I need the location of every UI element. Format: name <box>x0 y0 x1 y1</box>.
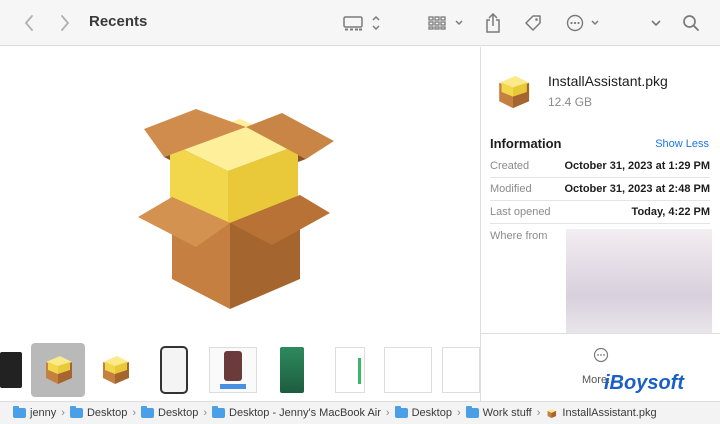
path-separator: › <box>61 407 65 419</box>
package-icon <box>103 356 129 384</box>
info-key: Modified <box>490 183 532 195</box>
path-separator: › <box>536 407 541 419</box>
path-item[interactable]: Desktop <box>141 406 198 419</box>
thumbnail[interactable] <box>278 345 306 395</box>
folder-icon <box>141 406 154 418</box>
thumbnail-image <box>160 346 188 394</box>
file-name: InstallAssistant.pkg <box>548 73 668 89</box>
thumbnail[interactable] <box>208 345 258 395</box>
path-bar: jenny › Desktop › Desktop › Desktop - Je… <box>0 401 720 424</box>
inspector-divider <box>481 333 720 334</box>
path-item-current[interactable]: InstallAssistant.pkg <box>545 407 657 420</box>
path-separator: › <box>456 407 461 419</box>
path-separator: › <box>132 407 136 419</box>
thumbnail-image <box>442 347 480 393</box>
info-value: October 31, 2023 at 1:29 PM <box>564 160 710 172</box>
show-less-link[interactable]: Show Less <box>655 138 709 150</box>
path-item[interactable]: Work stuff <box>465 406 532 419</box>
thumbnail[interactable] <box>158 345 190 395</box>
info-row-last-opened: Last opened Today, 4:22 PM <box>490 201 710 224</box>
search-icon <box>683 15 699 31</box>
folder-icon <box>394 406 408 418</box>
toolbar-overflow-button[interactable] <box>646 0 666 46</box>
share-icon <box>486 13 500 33</box>
file-size: 12.4 GB <box>548 95 593 109</box>
path-item[interactable]: Desktop - Jenny's MacBook Air <box>212 406 381 419</box>
path-item[interactable]: jenny <box>13 406 56 419</box>
package-icon-large <box>138 109 334 309</box>
folder-icon <box>13 406 26 418</box>
tag-icon <box>525 15 541 31</box>
iboysoft-watermark: iBoysoft <box>604 372 684 394</box>
info-key: Created <box>490 160 530 172</box>
path-separator: › <box>203 407 208 419</box>
search-button[interactable] <box>679 0 703 46</box>
thumbnail[interactable] <box>92 345 138 395</box>
view-mode-button[interactable] <box>342 0 384 46</box>
package-icon <box>548 408 557 418</box>
info-value: October 31, 2023 at 2:48 PM <box>564 183 710 195</box>
gallery-strip <box>0 339 480 401</box>
toolbar: Recents <box>0 0 720 46</box>
group-button[interactable] <box>426 0 466 46</box>
package-icon <box>499 75 530 109</box>
gallery-view-icon <box>343 15 380 31</box>
thumbnail-image <box>209 347 257 393</box>
thumbnail[interactable] <box>0 345 22 395</box>
thumbnail[interactable] <box>442 345 480 395</box>
thumbnail-image <box>384 347 432 393</box>
where-from-value <box>566 229 712 333</box>
thumbnail-image <box>335 347 365 393</box>
info-row-created: Created October 31, 2023 at 1:29 PM <box>490 155 710 178</box>
thumbnail[interactable] <box>382 345 434 395</box>
window-title: Recents <box>89 13 148 30</box>
back-button[interactable] <box>18 0 40 46</box>
where-from-label: Where from <box>490 230 548 242</box>
package-icon <box>46 356 72 384</box>
grid-group-icon <box>428 16 463 30</box>
path-item[interactable]: Desktop <box>69 406 127 419</box>
path-separator: › <box>385 407 390 419</box>
folder-icon <box>212 406 226 418</box>
thumbnail-image <box>280 347 304 393</box>
chevron-down-icon <box>651 20 661 27</box>
folder-icon <box>465 406 479 418</box>
path-item[interactable]: Desktop <box>394 406 452 419</box>
ellipsis-circle-icon <box>593 347 609 363</box>
more-button[interactable] <box>581 347 621 368</box>
chevron-right-icon <box>61 15 70 31</box>
share-button[interactable] <box>482 0 504 46</box>
tag-button[interactable] <box>521 0 545 46</box>
info-row-modified: Modified October 31, 2023 at 2:48 PM <box>490 178 710 201</box>
thumbnail-selected[interactable] <box>31 343 85 397</box>
folder-icon <box>69 406 83 418</box>
action-button[interactable] <box>563 0 603 46</box>
forward-button[interactable] <box>54 0 76 46</box>
preview-area <box>0 47 480 339</box>
inspector-panel: InstallAssistant.pkg 12.4 GB Information… <box>481 47 720 401</box>
info-value: Today, 4:22 PM <box>631 206 710 218</box>
info-key: Last opened <box>490 206 551 218</box>
chevron-left-icon <box>24 15 33 31</box>
thumbnail-image <box>0 352 22 388</box>
thumbnail[interactable] <box>334 345 366 395</box>
ellipsis-circle-icon <box>566 14 599 32</box>
information-heading: Information <box>490 136 562 151</box>
